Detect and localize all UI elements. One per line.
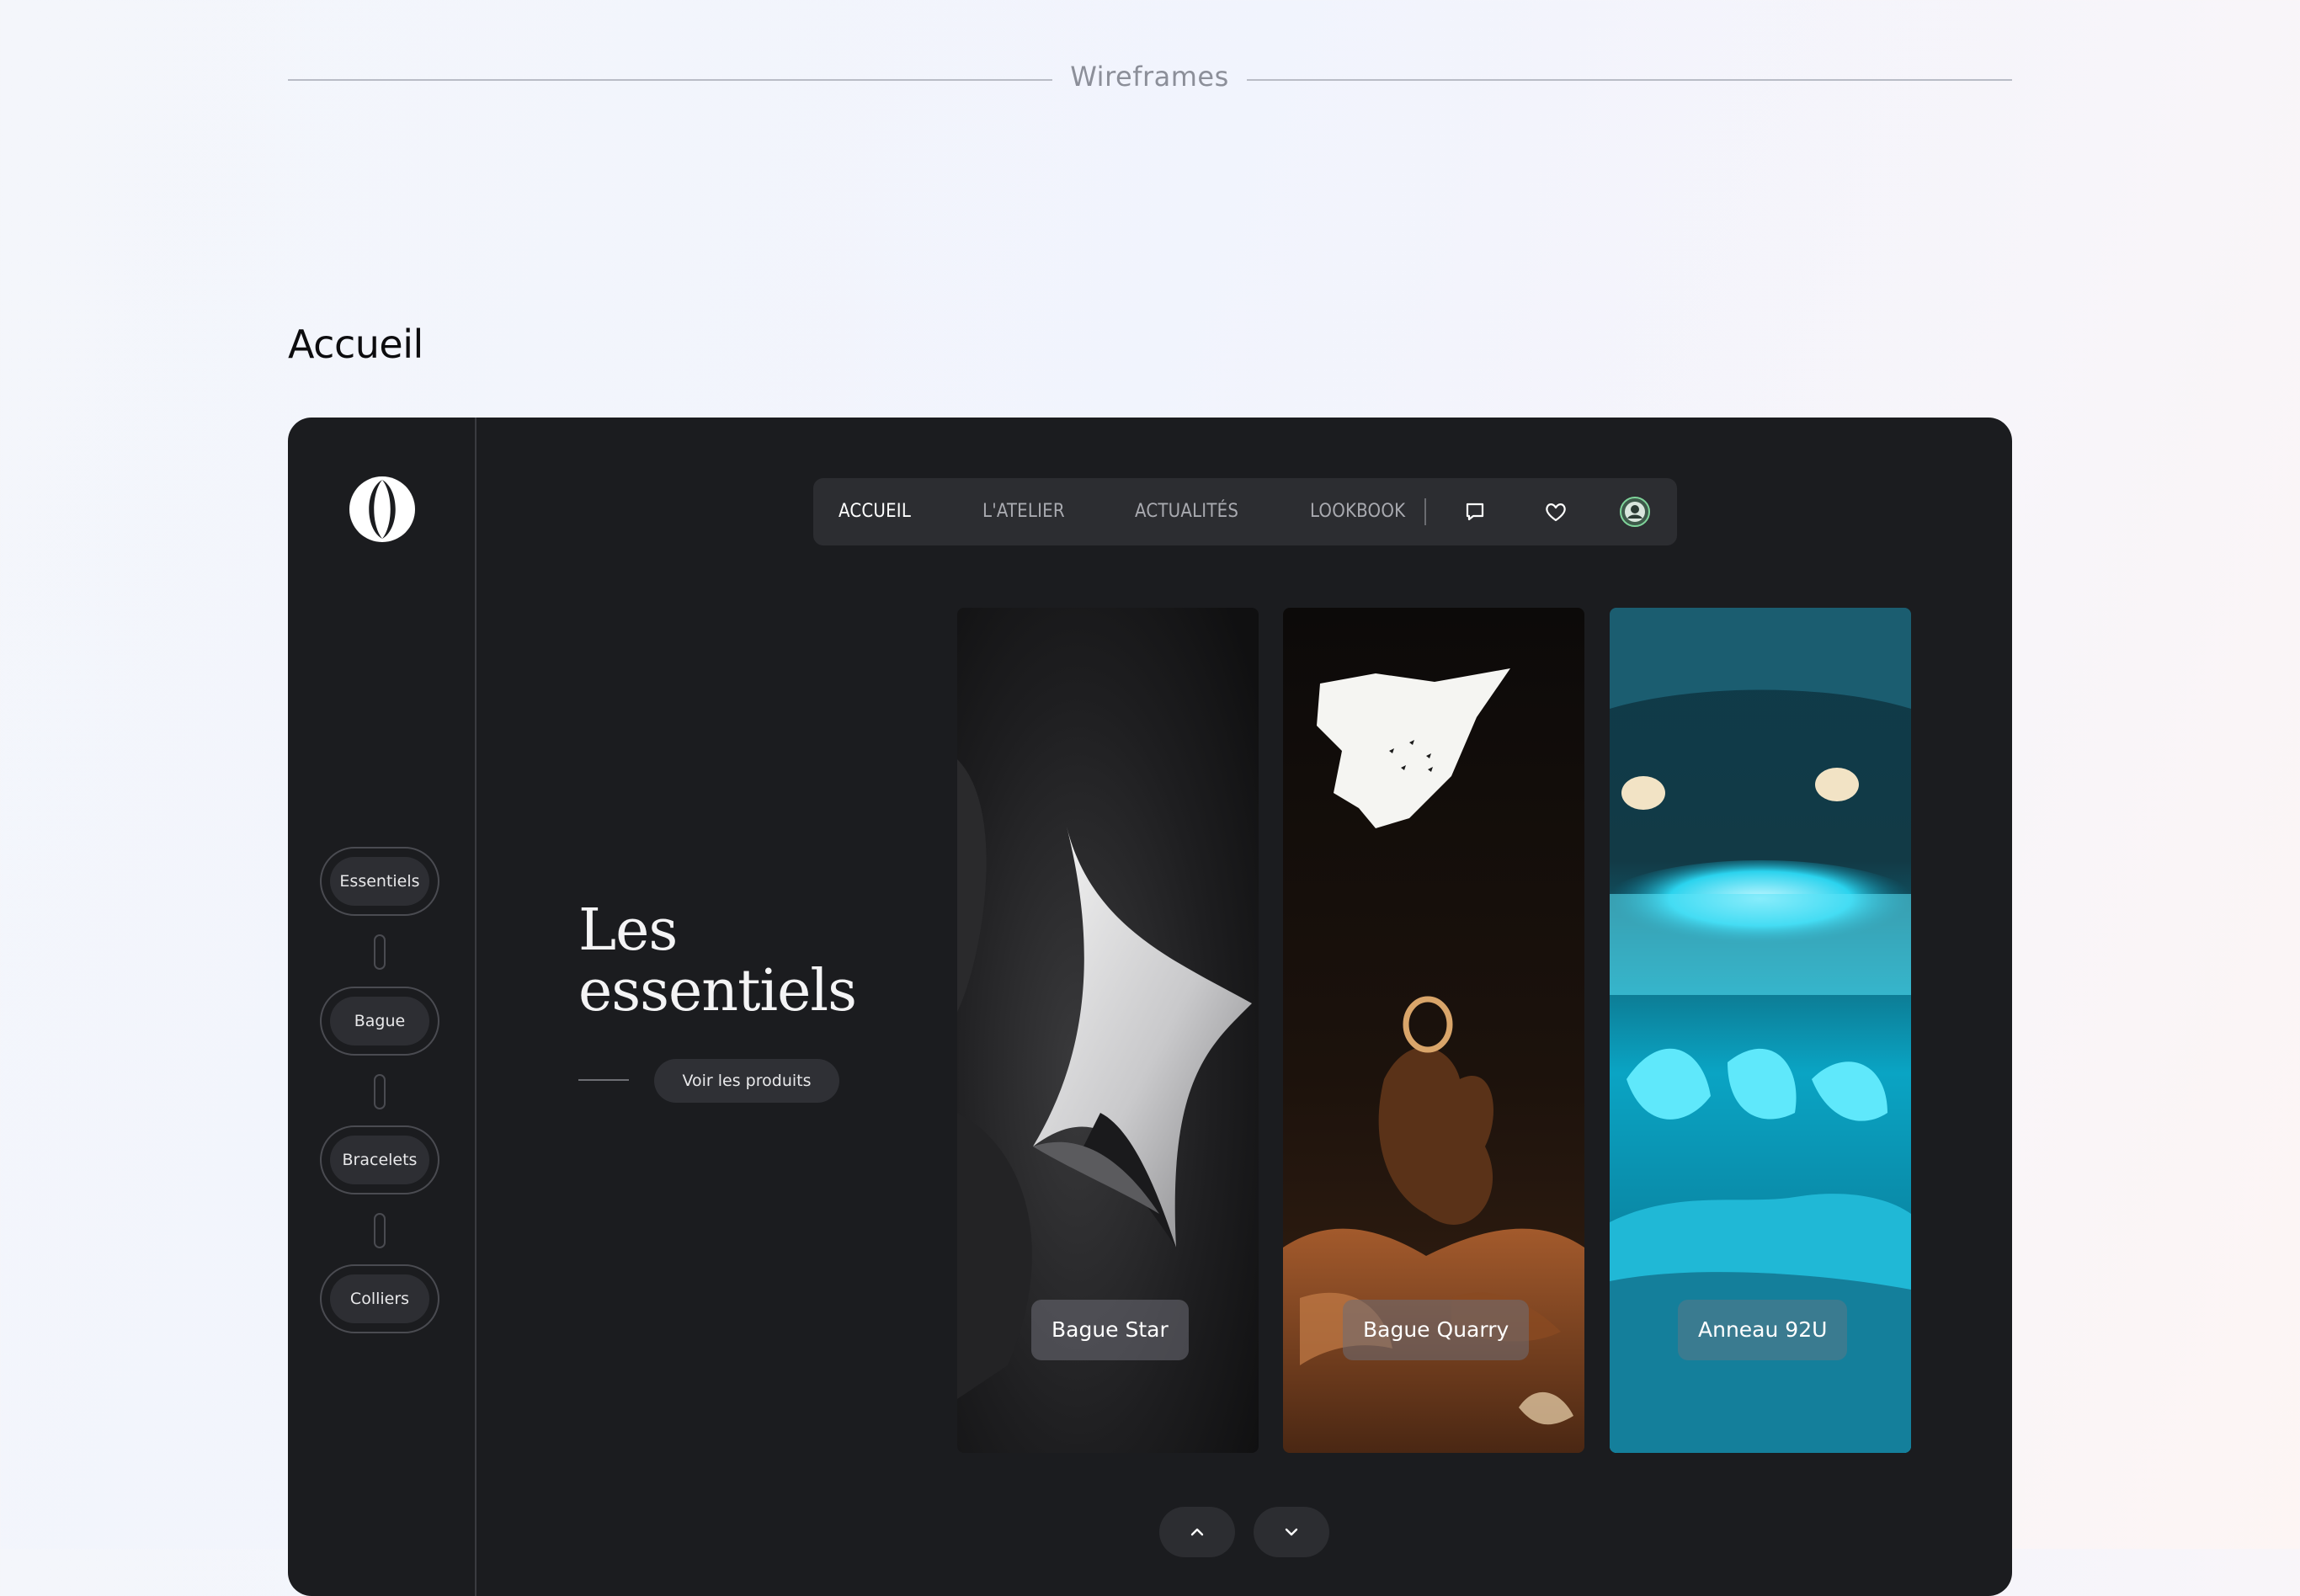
sidebar: Essentiels Bague Bracelets Colliers — [288, 418, 477, 1596]
top-navigation: ACCUEIL L'ATELIER ACTUALITÉS LOOKBOOK — [813, 478, 1677, 545]
nav-separator — [1424, 498, 1426, 525]
nav-item-actualites[interactable]: ACTUALITÉS — [1135, 478, 1238, 545]
avatar-icon[interactable] — [1618, 495, 1652, 529]
product-label[interactable]: Anneau 92U — [1678, 1300, 1848, 1360]
section-divider-right — [1247, 79, 2012, 81]
heart-icon[interactable] — [1542, 498, 1569, 525]
chevron-up-icon — [1190, 1528, 1204, 1536]
nav-item-lookbook[interactable]: LOOKBOOK — [1310, 478, 1405, 545]
category-essentiels[interactable]: Essentiels — [320, 847, 439, 916]
category-connector — [374, 1213, 386, 1248]
hero-title-line-1: Les — [578, 897, 678, 964]
nav-item-accueil[interactable]: ACCUEIL — [839, 478, 911, 545]
hero-title-line-2: essentiels — [578, 958, 857, 1024]
hero-rule — [578, 1079, 629, 1081]
category-colliers[interactable]: Colliers — [320, 1264, 439, 1333]
product-card-bague-quarry[interactable]: Bague Quarry — [1283, 608, 1584, 1453]
product-label[interactable]: Bague Quarry — [1343, 1300, 1530, 1360]
scroll-down-button[interactable] — [1254, 1507, 1329, 1557]
product-label[interactable]: Bague Star — [1031, 1300, 1189, 1360]
category-label: Essentiels — [330, 857, 429, 906]
category-label: Colliers — [330, 1274, 429, 1323]
category-bague[interactable]: Bague — [320, 987, 439, 1056]
brand-logo[interactable] — [348, 475, 417, 544]
scroll-up-button[interactable] — [1159, 1507, 1235, 1557]
product-card-bague-star[interactable]: Bague Star — [957, 608, 1259, 1453]
category-bracelets[interactable]: Bracelets — [320, 1125, 439, 1194]
chevron-down-icon — [1285, 1528, 1298, 1536]
chat-icon[interactable] — [1461, 498, 1488, 525]
page-title: Accueil — [288, 322, 423, 367]
section-label: Wireframes — [1070, 61, 1229, 93]
category-connector — [374, 1074, 386, 1109]
nav-item-atelier[interactable]: L'ATELIER — [982, 478, 1065, 545]
hero-title: Les essentiels — [578, 901, 915, 1022]
product-card-anneau-92u[interactable]: Anneau 92U — [1610, 608, 1911, 1453]
category-label: Bague — [330, 997, 429, 1045]
view-products-button[interactable]: Voir les produits — [654, 1059, 839, 1103]
wireframe-screen: Essentiels Bague Bracelets Colliers ACCU… — [288, 418, 2012, 1596]
category-label: Bracelets — [330, 1136, 429, 1184]
section-divider-left — [288, 79, 1052, 81]
category-connector — [374, 934, 386, 970]
